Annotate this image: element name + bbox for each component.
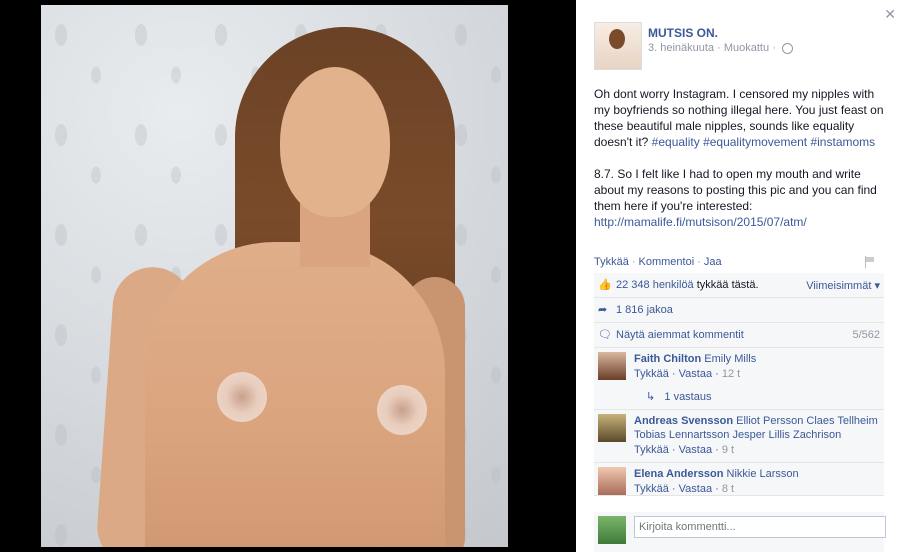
- share-arrow-icon: ➦: [598, 304, 608, 316]
- feedback-panel: 👍 22 348 henkilöä tykkää tästä. Viimeisi…: [594, 273, 884, 496]
- page-avatar[interactable]: [594, 22, 642, 70]
- comment-text[interactable]: Emily Mills: [704, 353, 756, 365]
- comment-author[interactable]: Andreas Svensson: [634, 415, 733, 427]
- show-previous-comments[interactable]: Näytä aiemmat kommentit: [616, 329, 744, 341]
- post-text: Oh dont worry Instagram. I censored my n…: [594, 86, 890, 246]
- comment-like[interactable]: Tykkää: [634, 483, 669, 495]
- hashtag-link[interactable]: #instamoms: [810, 135, 875, 149]
- likes-suffix: tykkää tästä.: [693, 279, 759, 291]
- post-actions: Tykkää · Kommentoi · Jaa: [594, 256, 722, 268]
- comment-reply[interactable]: Vastaa: [679, 483, 712, 495]
- post-paragraph-1: Oh dont worry Instagram. I censored my n…: [594, 87, 884, 149]
- likes-count[interactable]: 22 348 henkilöä: [616, 279, 694, 291]
- comment-reply[interactable]: Vastaa: [679, 444, 712, 456]
- comment-composer: [594, 512, 886, 552]
- view-replies[interactable]: ↳ 1 vastaus: [646, 390, 880, 403]
- comment-time[interactable]: 8 t: [722, 483, 734, 495]
- comment: Elena Andersson Nikkie Larsson Tykkää · …: [594, 463, 884, 496]
- comment-counter: 5/562: [852, 329, 880, 341]
- comment-like[interactable]: Tykkää: [634, 444, 669, 456]
- hashtag-link[interactable]: #equalitymovement: [703, 135, 807, 149]
- comment-author[interactable]: Elena Andersson: [634, 468, 723, 480]
- comment-text[interactable]: Nikkie Larsson: [727, 468, 799, 480]
- comment-author[interactable]: Faith Chilton: [634, 353, 701, 365]
- sort-dropdown[interactable]: Viimeisimmät ▾: [806, 279, 880, 292]
- comment: Andreas Svensson Elliot Persson Claes Te…: [594, 410, 884, 463]
- post-date[interactable]: 3. heinäkuuta: [648, 42, 714, 54]
- shares-count[interactable]: 1 816 jakoa: [616, 304, 673, 316]
- current-user-avatar: [598, 516, 626, 544]
- shares-row: ➦ 1 816 jakoa: [594, 298, 884, 323]
- post-paragraph-2: 8.7. So I felt like I had to open my mou…: [594, 167, 877, 229]
- commenter-avatar[interactable]: [598, 467, 626, 495]
- photo-viewer: [0, 0, 576, 552]
- comment-reply[interactable]: Vastaa: [679, 368, 712, 380]
- commenter-avatar[interactable]: [598, 352, 626, 380]
- share-action[interactable]: Jaa: [704, 256, 722, 268]
- post-link[interactable]: http://mamalife.fi/mutsison/2015/07/atm/: [594, 215, 807, 229]
- globe-icon: [781, 42, 793, 54]
- post-meta: 3. heinäkuuta · Muokattu ·: [648, 42, 793, 54]
- comment-like[interactable]: Tykkää: [634, 368, 669, 380]
- hashtag-link[interactable]: #equality: [652, 135, 700, 149]
- page-name[interactable]: MUTSIS ON.: [648, 26, 718, 40]
- reply-arrow-icon: ↳: [646, 391, 656, 403]
- thumbs-up-icon: 👍: [598, 279, 612, 291]
- caret-down-icon: ▾: [874, 280, 880, 292]
- previous-comments-row: 🗨 Näytä aiemmat kommentit 5/562: [594, 323, 884, 348]
- likes-row: 👍 22 348 henkilöä tykkää tästä. Viimeisi…: [594, 273, 884, 298]
- close-icon[interactable]: ✕: [884, 6, 896, 23]
- comment-time[interactable]: 12 t: [722, 368, 740, 380]
- comment-action[interactable]: Kommentoi: [639, 256, 695, 268]
- post-side-panel: ✕ MUTSIS ON. 3. heinäkuuta · Muokattu · …: [576, 0, 900, 552]
- comment-input[interactable]: [634, 516, 886, 538]
- photo-subject: [94, 27, 465, 547]
- edited-label[interactable]: Muokattu: [724, 42, 769, 54]
- comment-time[interactable]: 9 t: [722, 444, 734, 456]
- commenter-avatar[interactable]: [598, 414, 626, 442]
- post-photo[interactable]: [41, 5, 508, 547]
- comment: Faith Chilton Emily Mills Tykkää · Vasta…: [594, 348, 884, 410]
- like-action[interactable]: Tykkää: [594, 256, 629, 268]
- flag-icon[interactable]: [865, 256, 876, 268]
- comment-bubble-icon: 🗨: [598, 329, 612, 341]
